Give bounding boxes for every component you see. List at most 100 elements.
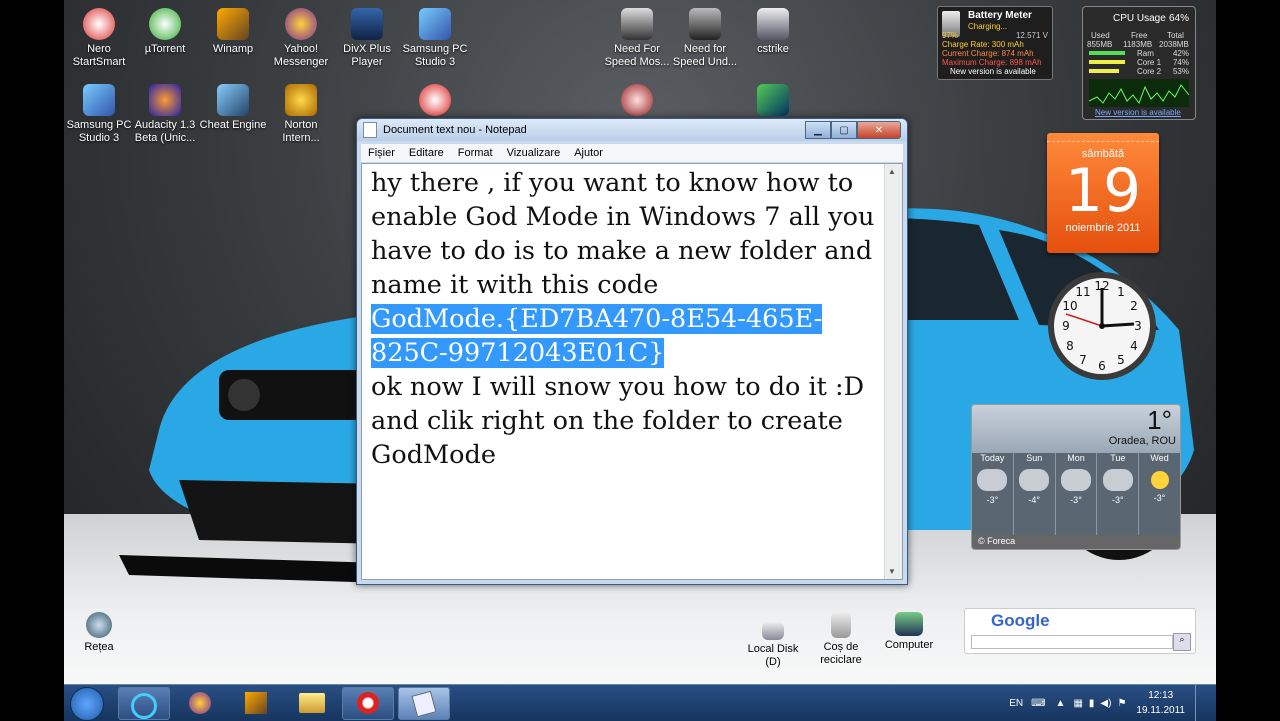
- weather-gadget[interactable]: 1° Oradea, ROU Today -3° Sun -4° Mon -3°…: [971, 404, 1181, 550]
- app-icon: [621, 84, 653, 116]
- icon-label: Computer: [884, 639, 934, 651]
- system-tray: EN ⌨ ▲ ▦ ▮ ◀) ⚑ 12:13 19.11.2011: [1009, 685, 1206, 721]
- notepad-title-bar[interactable]: Document text nou - Notepad ▁ ▢ ✕: [357, 119, 907, 141]
- battery-charge-rate: Charge Rate: 300 mAh: [942, 40, 1024, 49]
- scroll-up-icon[interactable]: ▲: [888, 167, 896, 176]
- forecast-day-name: Sun: [1026, 453, 1043, 463]
- taskbar-clock[interactable]: 12:13 19.11.2011: [1136, 688, 1185, 718]
- forecast-low: -3°: [986, 495, 999, 505]
- notepad-title: Document text nou - Notepad: [383, 124, 527, 136]
- icon-label: Need for Speed Und...: [672, 43, 738, 68]
- desktop-icon-partial-2[interactable]: [602, 84, 672, 119]
- taskbar-winamp[interactable]: [230, 687, 282, 720]
- forecast-low: -4°: [1028, 495, 1040, 505]
- start-button[interactable]: [70, 687, 104, 721]
- svg-text:6: 6: [1098, 359, 1106, 373]
- google-search-gadget: Google ⌕: [964, 608, 1196, 654]
- network-tray-icon[interactable]: ▦: [1073, 698, 1082, 709]
- clock-gadget[interactable]: 12 12 345 678 91011: [1046, 270, 1158, 382]
- yahoo-messenger-icon: [285, 8, 317, 40]
- minimize-button[interactable]: ▁: [805, 121, 831, 139]
- nero-icon: [83, 8, 115, 40]
- cpu-used-label: Used: [1091, 31, 1110, 40]
- desktop-icon-network[interactable]: Rețea: [64, 612, 134, 654]
- desktop-icon-partial-1[interactable]: [400, 84, 470, 119]
- nfs-underground-icon: [689, 8, 721, 40]
- icon-label: Samsung PC Studio 3: [66, 119, 132, 144]
- forecast-day: Tue -3°: [1097, 453, 1140, 535]
- cpu-update-link[interactable]: New version is available: [1095, 108, 1181, 117]
- battery-current-charge: Current Charge: 874 mAh: [942, 49, 1034, 58]
- desktop-icon-nfs-ug[interactable]: Need for Speed Und...: [670, 8, 740, 69]
- show-desktop-button[interactable]: [1195, 685, 1206, 721]
- maximize-button[interactable]: ▢: [831, 121, 857, 139]
- icon-label: Local Disk (D): [747, 643, 799, 668]
- volume-icon[interactable]: ◀): [1100, 698, 1111, 709]
- desktop-icon-utorrent[interactable]: µTorrent: [130, 8, 200, 56]
- desktop-icon-partial-3[interactable]: [738, 84, 808, 119]
- recycle-bin-icon: [831, 612, 851, 638]
- folder-icon: [299, 693, 325, 713]
- desktop-icon-winamp[interactable]: Winamp: [198, 8, 268, 56]
- text-after: ok now I will snow you how to do it :D a…: [371, 372, 865, 470]
- snow-icon: [977, 469, 1008, 491]
- notepad-window[interactable]: Document text nou - Notepad ▁ ▢ ✕ Fișier…: [356, 118, 908, 585]
- battery-tray-icon[interactable]: ▮: [1089, 698, 1095, 709]
- show-hidden-icons-icon[interactable]: ▲: [1056, 698, 1066, 709]
- scroll-down-icon[interactable]: ▼: [888, 567, 896, 576]
- taskbar-internet-explorer[interactable]: [118, 687, 170, 720]
- google-logo: Google: [991, 611, 1050, 630]
- desktop-icon-nfs-mw[interactable]: Need For Speed Mos...: [602, 8, 672, 69]
- action-center-icon[interactable]: ⚑: [1117, 698, 1126, 709]
- desktop-icon-cheat-engine[interactable]: Cheat Engine: [198, 84, 268, 132]
- winamp-icon: [245, 692, 267, 714]
- desktop-icon-local-disk[interactable]: Local Disk (D): [738, 622, 808, 669]
- utorrent-icon: [149, 8, 181, 40]
- battery-update-link[interactable]: New version is available: [950, 67, 1036, 76]
- record-icon: [357, 692, 379, 714]
- notepad-text: hy there , if you want to know how to en…: [371, 166, 876, 472]
- desktop-icon-norton[interactable]: Norton Intern...: [266, 84, 336, 145]
- desktop-icon-nero[interactable]: Nero StartSmart: [64, 8, 134, 69]
- menu-help[interactable]: Ajutor: [567, 147, 610, 159]
- menu-format[interactable]: Format: [451, 147, 500, 159]
- divx-icon: [351, 8, 383, 40]
- desktop-icon-yahoo[interactable]: Yahoo! Messenger: [266, 8, 336, 69]
- desktop-icon-samsung-2[interactable]: Samsung PC Studio 3: [64, 84, 134, 145]
- desktop-icon-audacity[interactable]: Audacity 1.3 Beta (Unic...: [130, 84, 200, 145]
- ram-value: 42%: [1172, 49, 1189, 58]
- weather-credit[interactable]: © Foreca: [972, 535, 1180, 549]
- taskbar-notepad[interactable]: [398, 687, 450, 720]
- desktop-icon-computer[interactable]: Computer: [874, 612, 944, 652]
- desktop-icon-samsung[interactable]: Samsung PC Studio 3: [400, 8, 470, 69]
- svg-text:3: 3: [1134, 319, 1142, 333]
- search-icon[interactable]: ⌕: [1173, 633, 1191, 651]
- taskbar-yahoo[interactable]: [174, 687, 226, 720]
- taskbar-recorder[interactable]: [342, 687, 394, 720]
- keyboard-icon[interactable]: ⌨: [1031, 698, 1045, 709]
- calendar-gadget[interactable]: sâmbătă 19 noiembrie 2011: [1047, 133, 1159, 253]
- menu-view[interactable]: Vizualizare: [500, 147, 568, 159]
- desktop-icon-recycle-bin[interactable]: Coș de reciclare: [806, 612, 876, 667]
- desktop-icon-cstrike[interactable]: cstrike: [738, 8, 808, 56]
- google-search-input[interactable]: [971, 635, 1173, 649]
- menu-file[interactable]: Fișier: [361, 147, 402, 159]
- battery-meter-gadget[interactable]: Battery Meter Charging... 97% 12.571 V C…: [937, 6, 1053, 80]
- icon-label: cstrike: [757, 43, 789, 55]
- taskbar-explorer[interactable]: [286, 687, 338, 720]
- forecast-day: Mon -3°: [1056, 453, 1098, 535]
- notepad-text-area[interactable]: hy there , if you want to know how to en…: [361, 163, 903, 580]
- clock-date: 19.11.2011: [1136, 705, 1185, 716]
- notepad-icon: [363, 122, 377, 138]
- menu-edit[interactable]: Editare: [402, 147, 451, 159]
- norton-icon: [285, 84, 317, 116]
- desktop-icon-divx[interactable]: DivX Plus Player: [332, 8, 402, 69]
- vertical-scrollbar[interactable]: ▲ ▼: [884, 164, 902, 579]
- notepad-menu-bar: Fișier Editare Format Vizualizare Ajutor: [361, 144, 903, 162]
- battery-percent: 97%: [942, 31, 959, 40]
- cpu-usage-gadget[interactable]: CPU Usage 64% Used Free Total 855MB 1183…: [1082, 6, 1196, 120]
- fog-icon: [1102, 469, 1133, 491]
- language-indicator[interactable]: EN: [1009, 698, 1023, 709]
- close-button[interactable]: ✕: [857, 121, 901, 139]
- text-before: hy there , if you want to know how to en…: [371, 168, 875, 300]
